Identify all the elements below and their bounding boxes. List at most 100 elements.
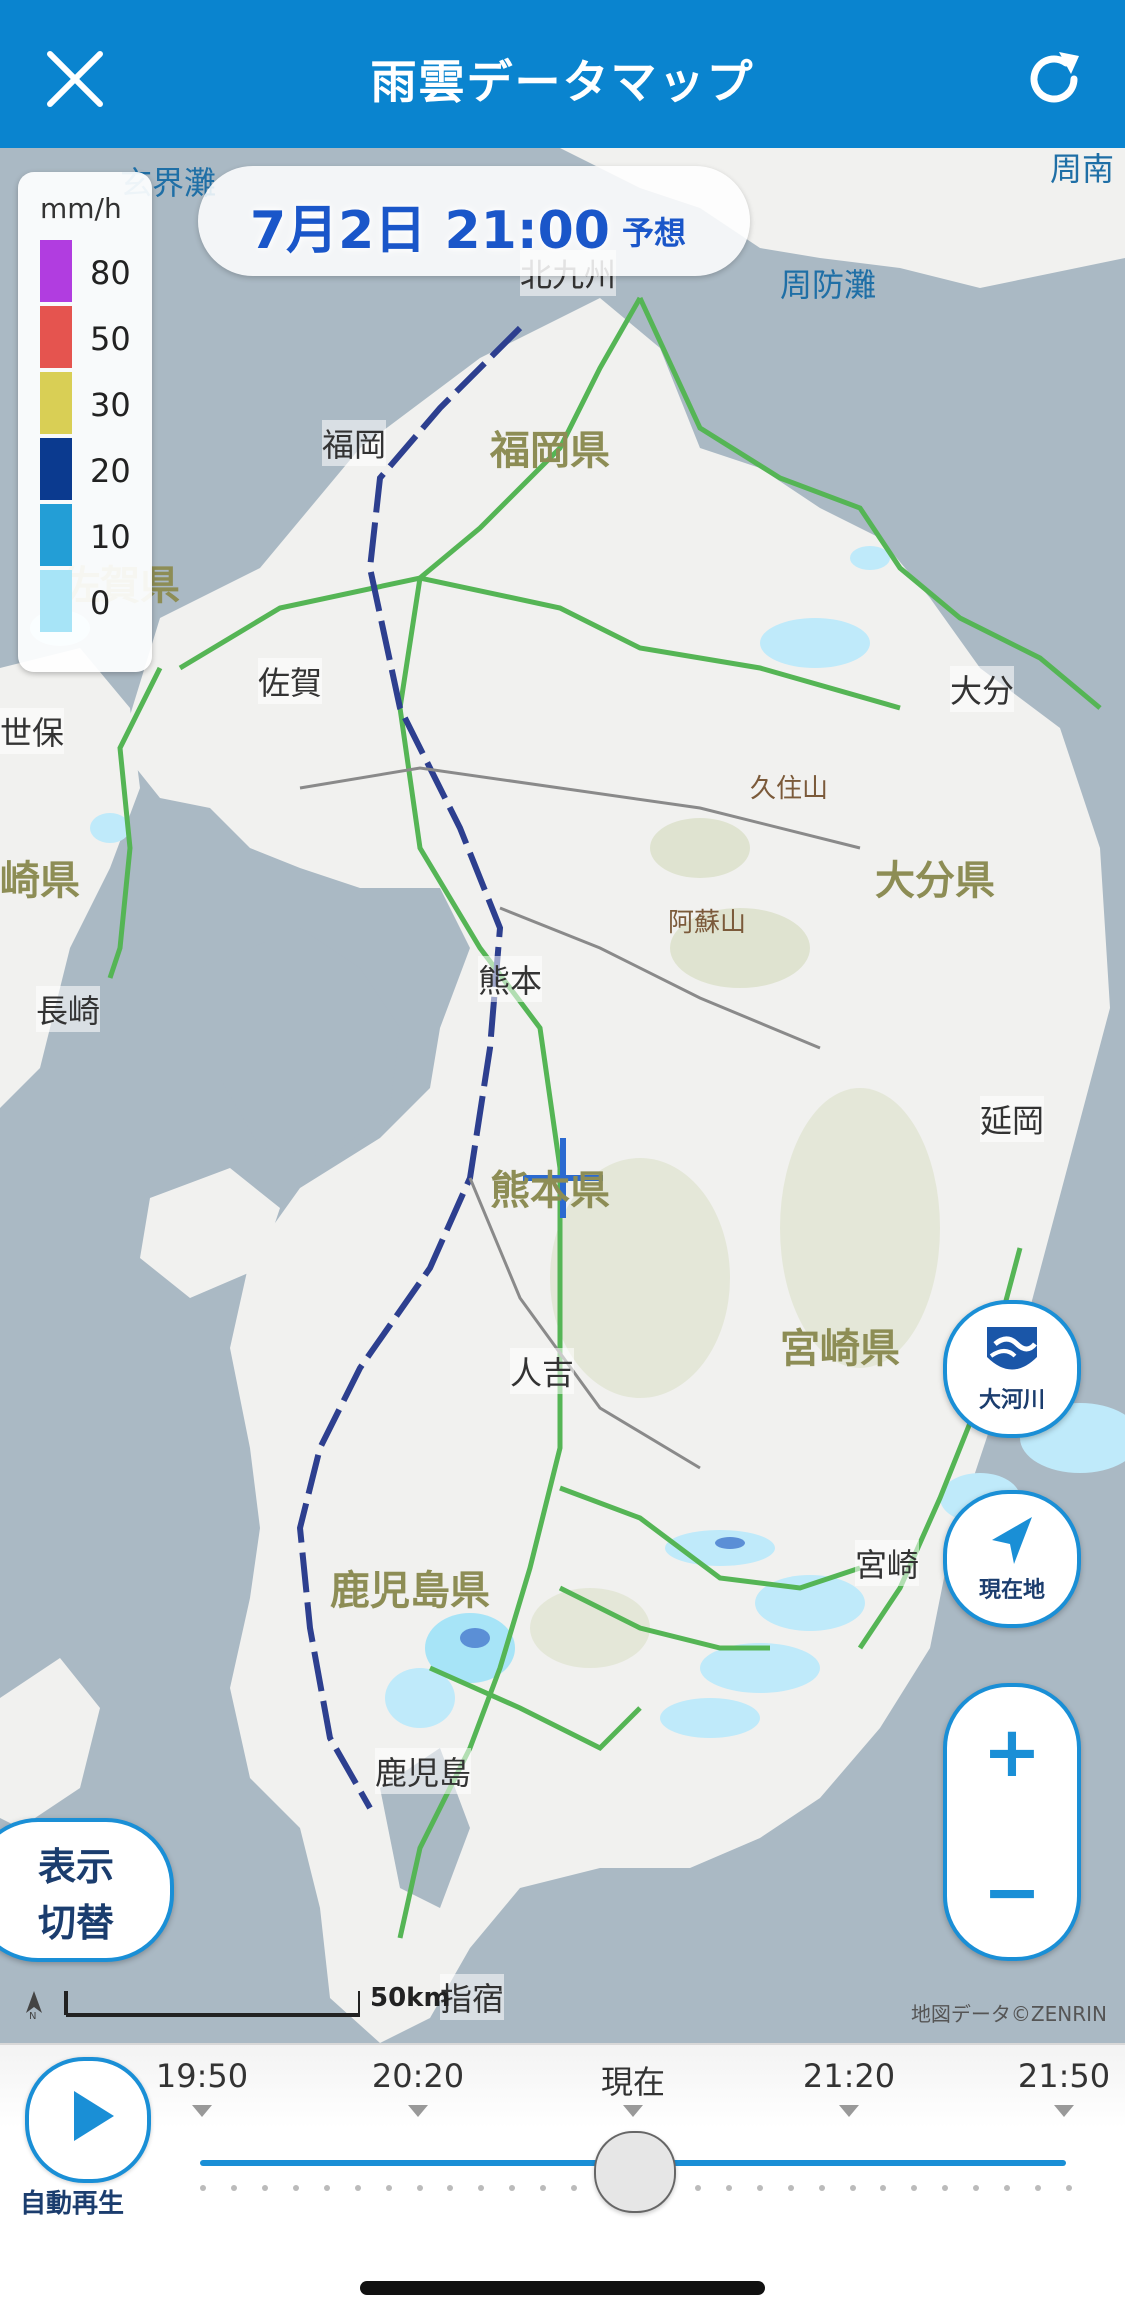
location-arrow-icon (992, 1517, 1032, 1564)
timeline-step-dot (540, 2185, 547, 2191)
legend-swatch (40, 438, 72, 500)
river-button[interactable]: 大河川 (943, 1300, 1081, 1438)
timeline-step-dot (354, 2185, 361, 2191)
legend-swatch (40, 570, 72, 632)
legend-value: 20 (90, 452, 131, 490)
sea-label-suonada: 周防灘 (780, 266, 877, 304)
timeline-step-dot (385, 2185, 392, 2191)
display-toggle-line1: 表示 (37, 1845, 114, 1889)
timeline-step-dot (694, 2185, 701, 2191)
rain-legend: mm/h 80 50 30 20 10 0 (18, 172, 152, 672)
legend-row: 30 (40, 372, 140, 434)
legend-value: 80 (90, 254, 131, 292)
legend-row: 50 (40, 306, 140, 368)
legend-value: 10 (90, 518, 131, 556)
zoom-out-button[interactable]: − (947, 1857, 1077, 1927)
scale-label: 50km (370, 1983, 451, 2013)
legend-swatch (40, 504, 72, 566)
prefecture-label-nagasaki: 崎県 (0, 858, 80, 904)
timeline-step-dot (1066, 2185, 1072, 2191)
prefecture-label-oita: 大分県 (875, 858, 995, 904)
legend-value: 50 (90, 320, 131, 358)
refresh-icon[interactable] (1019, 44, 1089, 114)
timeline-tick-mark (839, 2105, 859, 2117)
timeline-step-dot (973, 2185, 980, 2191)
map-credit: 地図データ©ZENRIN (910, 2002, 1107, 2026)
timeline-step-dot (416, 2185, 423, 2191)
timeline-step-dot (756, 2185, 763, 2191)
timeline-step-dot (323, 2185, 330, 2191)
timeline-step-dot (942, 2185, 949, 2191)
timeline-tick-label: 20:20 (371, 2057, 465, 2095)
city-label-kagoshima: 鹿児島 (375, 1748, 472, 1794)
legend-row: 10 (40, 504, 140, 566)
scale-bar: N (26, 1991, 360, 2021)
legend-unit: mm/h (40, 192, 122, 225)
timeline-step-dot (509, 2185, 516, 2191)
home-indicator (360, 2281, 765, 2295)
city-label-nobeoka: 延岡 (980, 1096, 1045, 1142)
timeline-step-dot (230, 2185, 237, 2191)
mountain-label-kujusan: 久住山 (750, 774, 829, 804)
city-label-sasebo: 世保 (0, 708, 65, 754)
timeline-tick-mark (408, 2105, 428, 2117)
legend-value: 30 (90, 386, 131, 424)
map-scale: N 50km (20, 1983, 520, 2021)
forecast-label: 予想 (622, 214, 687, 252)
legend-swatch (40, 372, 72, 434)
autoplay-label: 自動再生 (20, 2189, 125, 2219)
city-label-nagasaki: 長崎 (36, 986, 101, 1032)
prefecture-label-kagoshima: 鹿児島県 (330, 1568, 490, 1614)
legend-swatch (40, 306, 72, 368)
city-label-fukuoka: 福岡 (322, 420, 387, 466)
page-title: 雨雲データマップ (370, 55, 755, 109)
timeline-step-dot (261, 2185, 268, 2191)
city-label-miyazaki: 宮崎 (855, 1540, 920, 1586)
timeline-tick-mark (623, 2105, 643, 2117)
timeline-step-dot (447, 2185, 454, 2191)
current-location-label: 現在地 (978, 1578, 1045, 1603)
sea-label-shunan: 周南 (1050, 150, 1115, 188)
city-label-kumamoto: 熊本 (478, 956, 543, 1002)
timeline-tick-label: 21:20 (802, 2057, 896, 2095)
north-label: N (29, 2011, 36, 2021)
timeline-step-dot (478, 2185, 485, 2191)
prefecture-label-kumamoto: 熊本県 (490, 1168, 610, 1214)
city-label-saga: 佐賀 (258, 658, 323, 704)
timeline-step-dot (200, 2185, 206, 2191)
legend-row: 0 (40, 570, 140, 632)
timeline-tick-mark (192, 2105, 212, 2117)
timeline-step-dot (849, 2185, 856, 2191)
legend-value: 0 (90, 584, 111, 622)
timeline-step-dot (818, 2185, 825, 2191)
north-arrow-icon (26, 1991, 42, 2013)
prefecture-label-fukuoka: 福岡県 (490, 428, 610, 474)
timeline-step-dot (880, 2185, 887, 2191)
legend-row: 20 (40, 438, 140, 500)
timeline-step-dot (725, 2185, 732, 2191)
river-icon (987, 1327, 1037, 1370)
timeline-slider-thumb[interactable] (594, 2131, 676, 2213)
prefecture-label-miyazaki: 宮崎県 (780, 1326, 900, 1372)
timeline-tick-mark (1054, 2105, 1074, 2117)
timeline-tick-label: 21:50 (1017, 2057, 1111, 2095)
header-bar: 雨雲データマップ (0, 0, 1125, 148)
mountain-label-asosan: 阿蘇山 (668, 908, 747, 938)
timeline-step-dot (292, 2185, 299, 2191)
timeline-tick-label: 19:50 (155, 2057, 249, 2095)
timeline-step-dot (1035, 2185, 1042, 2191)
river-label: 大河川 (978, 1388, 1045, 1413)
city-label-oita: 大分 (950, 666, 1015, 712)
timeline-step-dot (911, 2185, 918, 2191)
zoom-in-button[interactable]: + (947, 1717, 1077, 1787)
timeline-step-dot (571, 2185, 578, 2191)
display-toggle-line2: 切替 (37, 1901, 114, 1945)
timeline-step-dot (787, 2185, 794, 2191)
forecast-time-pill: 7月2日 21:00 予想 (198, 166, 750, 276)
display-toggle-button[interactable]: 表示 切替 (0, 1818, 174, 1962)
forecast-datetime: 7月2日 21:00 (250, 201, 610, 261)
legend-swatch (40, 240, 72, 302)
timeline-step-dot (1004, 2185, 1011, 2191)
legend-row: 80 (40, 240, 140, 302)
current-location-button[interactable]: 現在地 (943, 1490, 1081, 1628)
